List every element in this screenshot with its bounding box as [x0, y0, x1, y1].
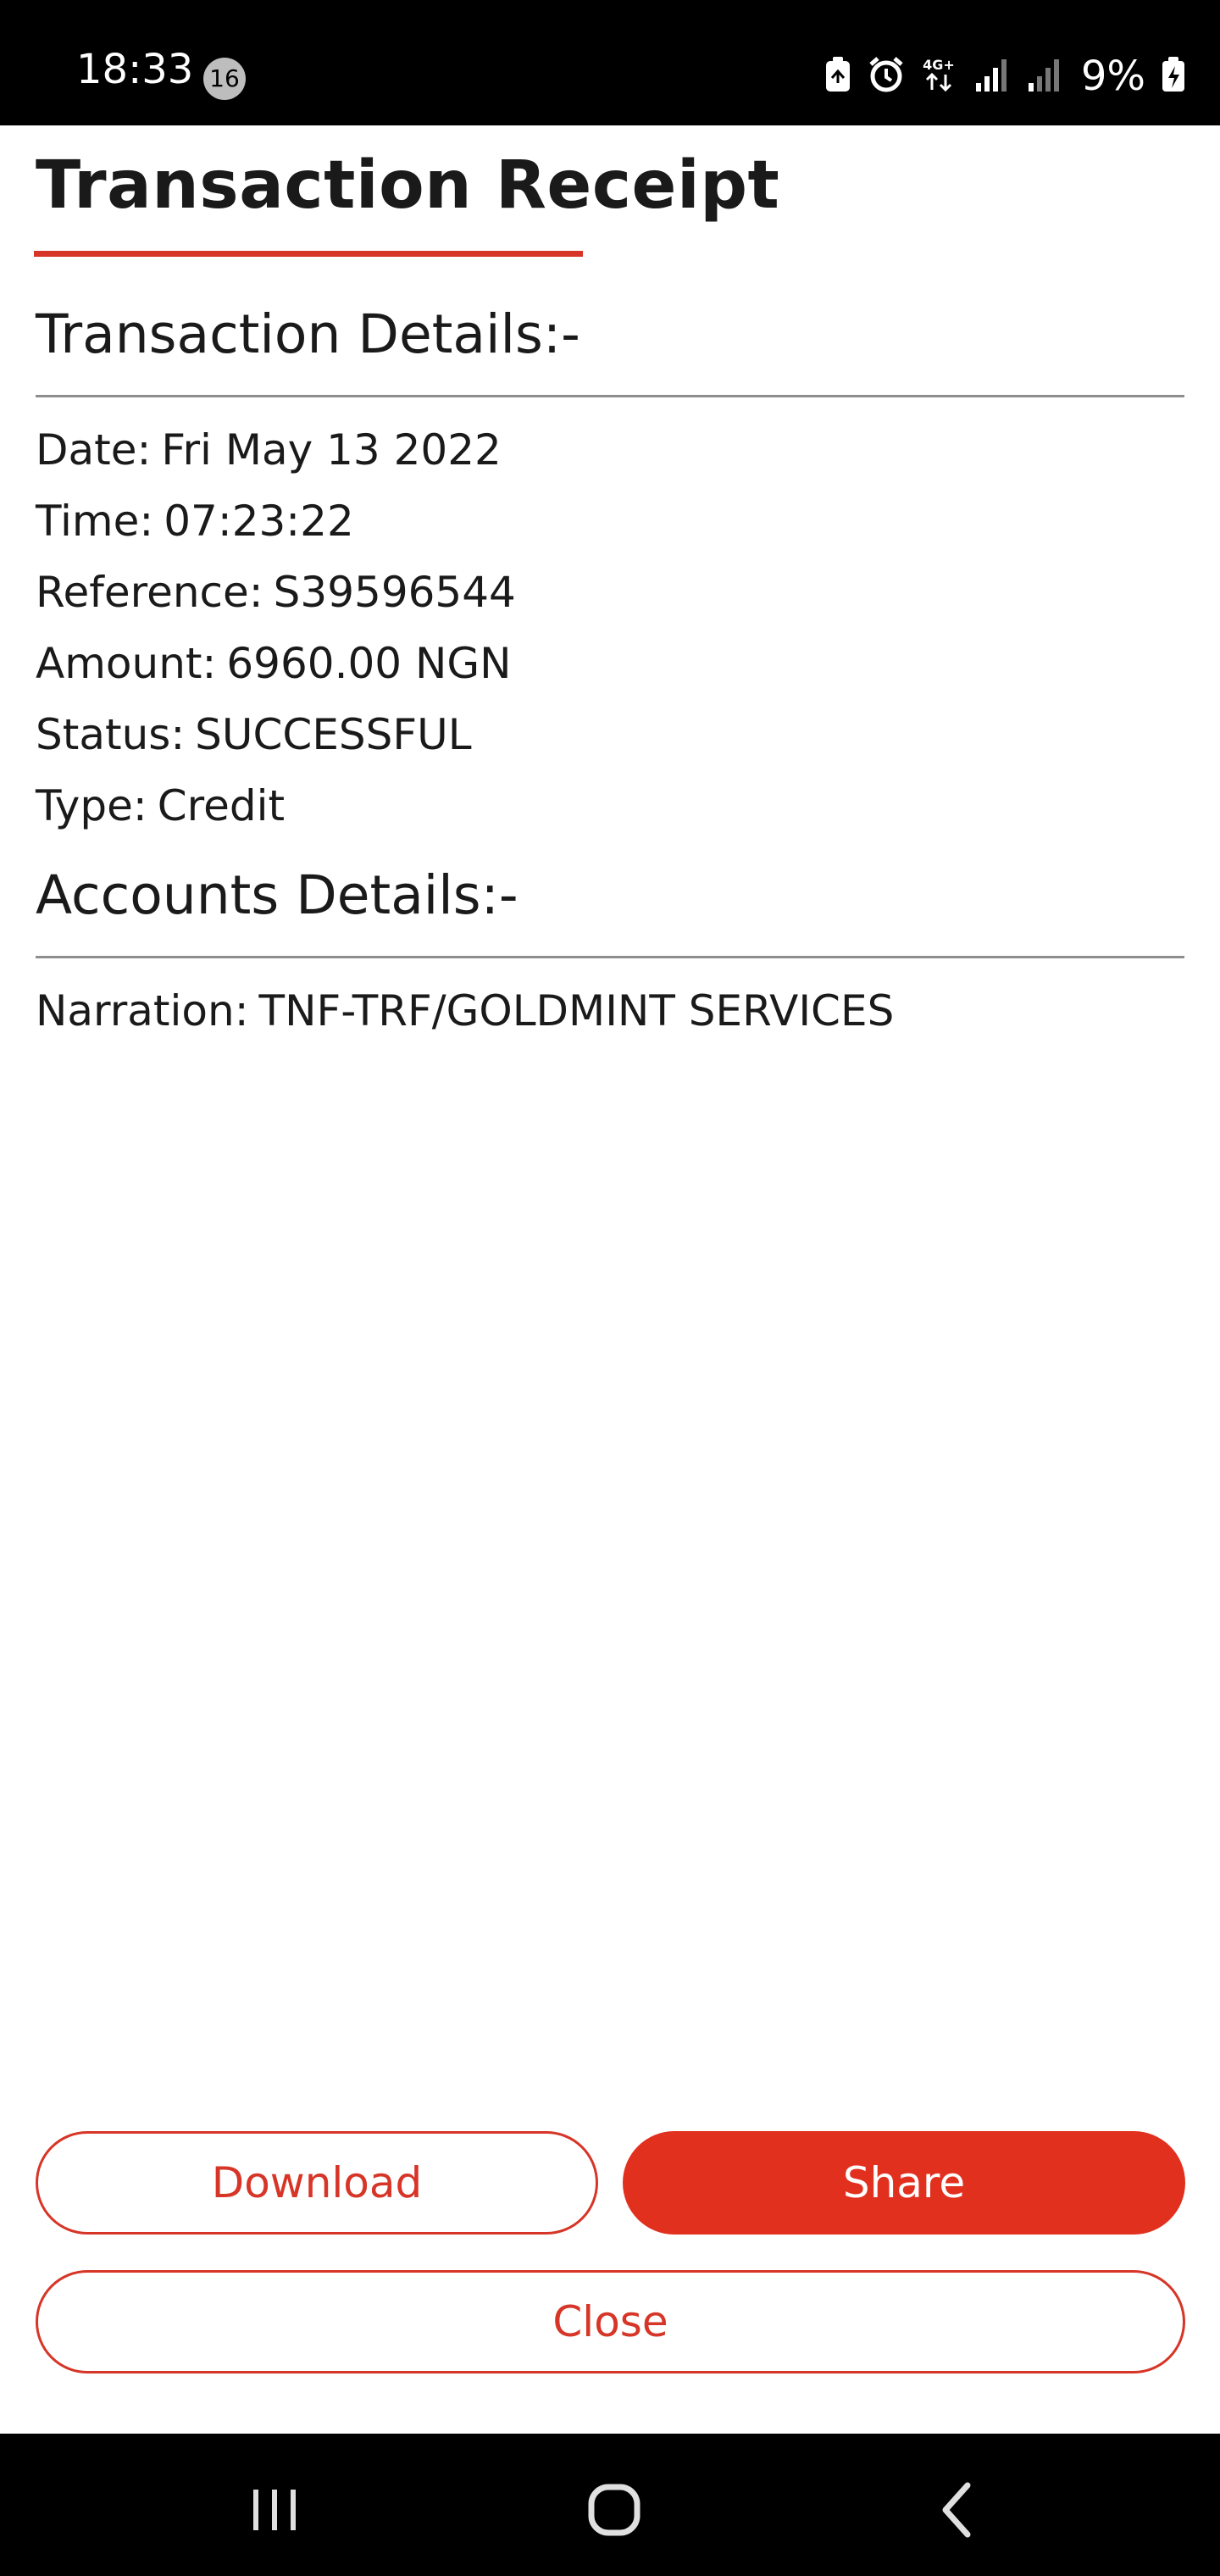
detail-row-narration: Narration: TNF-TRF/GOLDMINT SERVICES — [36, 986, 894, 1035]
detail-row-reference: Reference: S39596544 — [36, 568, 516, 617]
title-underline — [34, 251, 583, 257]
transaction-details-heading: Transaction Details:- — [36, 303, 580, 365]
close-button[interactable]: Close — [36, 2270, 1185, 2373]
recents-icon — [253, 2490, 296, 2530]
detail-value: 6960.00 NGN — [226, 639, 512, 688]
battery-percentage: 9% — [1080, 53, 1145, 100]
accounts-details-heading: Accounts Details:- — [36, 864, 518, 926]
network-type-icon: 4G+ — [920, 56, 957, 97]
detail-label: Time: — [36, 497, 154, 546]
detail-value: S39596544 — [273, 568, 516, 617]
notification-count-badge: 16 — [203, 58, 246, 100]
signal-strength-icon-1 — [973, 56, 1010, 97]
detail-value: 07:23:22 — [164, 497, 354, 546]
home-button[interactable] — [563, 2468, 665, 2552]
download-button[interactable]: Download — [36, 2131, 598, 2235]
detail-row-amount: Amount: 6960.00 NGN — [36, 639, 512, 688]
detail-row-type: Type: Credit — [36, 781, 285, 830]
detail-label: Status: — [36, 710, 186, 759]
detail-label: Date: — [36, 425, 152, 475]
section-divider — [36, 395, 1184, 397]
battery-saver-icon — [824, 56, 852, 97]
detail-value: Fri May 13 2022 — [161, 425, 502, 475]
share-button[interactable]: Share — [623, 2131, 1185, 2235]
alarm-icon — [868, 56, 905, 97]
home-icon — [588, 2484, 640, 2536]
recents-button[interactable] — [224, 2468, 325, 2552]
back-icon — [942, 2482, 971, 2538]
detail-label: Amount: — [36, 639, 217, 688]
navigation-bar — [0, 2434, 1220, 2576]
signal-strength-icon-2 — [1025, 56, 1062, 97]
detail-label: Narration: — [36, 986, 249, 1035]
status-time: 18:33 — [76, 46, 194, 93]
back-button[interactable] — [907, 2468, 1008, 2552]
detail-value: SUCCESSFUL — [195, 710, 472, 759]
status-icons: 4G+ 9% — [824, 51, 1186, 102]
svg-text:4G+: 4G+ — [923, 57, 955, 73]
detail-row-date: Date: Fri May 13 2022 — [36, 425, 502, 475]
detail-value: Credit — [157, 781, 286, 830]
detail-row-time: Time: 07:23:22 — [36, 497, 354, 546]
status-bar: 18:33 16 4G+ 9% — [0, 0, 1220, 125]
page-title: Transaction Receipt — [36, 147, 780, 224]
detail-label: Reference: — [36, 568, 263, 617]
section-divider — [36, 956, 1184, 958]
detail-label: Type: — [36, 781, 147, 830]
detail-value: TNF-TRF/GOLDMINT SERVICES — [258, 986, 895, 1035]
detail-row-status: Status: SUCCESSFUL — [36, 710, 472, 759]
battery-charging-icon — [1161, 56, 1186, 97]
